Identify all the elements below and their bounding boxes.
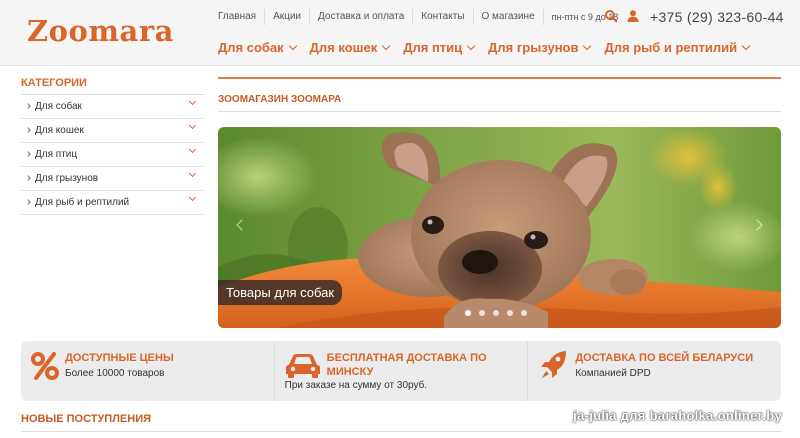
feature-prices: ДОСТУПНЫЕ ЦЕНЫ Более 10000 товаров <box>21 341 275 401</box>
slider-dot[interactable] <box>465 310 471 316</box>
nav-fish-reptiles-label: Для рыб и рептилий <box>604 40 738 55</box>
sidebar-item-label: Для грызунов <box>35 173 99 184</box>
divider <box>21 431 781 432</box>
sidebar-item-dogs[interactable]: Для собак <box>21 95 205 119</box>
feature-subtitle: Компанией DPD <box>575 368 651 379</box>
chevron-down-icon <box>466 41 476 50</box>
nav-fish-reptiles[interactable]: Для рыб и рептилий <box>604 40 751 55</box>
nav-cats-label: Для кошек <box>309 40 378 55</box>
chevron-down-icon[interactable] <box>188 145 197 154</box>
chevron-down-icon[interactable] <box>188 97 197 106</box>
nav-rodents-label: Для грызунов <box>488 40 579 55</box>
logo[interactable]: Zoomara <box>27 14 174 48</box>
car-icon <box>285 354 320 378</box>
divider <box>218 77 781 79</box>
sidebar-item-fish-reptiles[interactable]: Для рыб и рептилий <box>21 191 205 215</box>
feature-subtitle: Более 10000 товаров <box>65 368 165 379</box>
slider-dot[interactable] <box>479 310 485 316</box>
chevron-down-icon <box>741 41 751 50</box>
nav-birds-label: Для птиц <box>403 40 463 55</box>
sidebar-item-cats[interactable]: Для кошек <box>21 119 205 143</box>
chevron-right-icon <box>25 175 31 181</box>
main-nav: Для собак Для кошек Для птиц Для грызуно… <box>218 40 763 55</box>
sidebar-item-rodents[interactable]: Для грызунов <box>21 167 205 191</box>
chevron-right-icon <box>25 127 31 133</box>
top-link-promo[interactable]: Акции <box>264 9 309 25</box>
nav-dogs[interactable]: Для собак <box>218 40 297 55</box>
category-sidebar: КАТЕГОРИИ Для собак Для кошек Для птиц Д… <box>21 77 205 215</box>
top-link-home[interactable]: Главная <box>210 9 264 25</box>
slider-dot[interactable] <box>521 310 527 316</box>
nav-birds[interactable]: Для птиц <box>403 40 476 55</box>
nav-cats[interactable]: Для кошек <box>309 40 391 55</box>
top-links: Главная Акции Доставка и оплата Контакты… <box>210 9 626 25</box>
new-arrivals-title: НОВЫЕ ПОСТУПЛЕНИЯ <box>21 413 152 425</box>
sidebar-item-label: Для собак <box>35 101 82 112</box>
chevron-down-icon[interactable] <box>188 193 197 202</box>
slider-dots <box>465 310 527 316</box>
hero-slider[interactable]: Товары для собак <box>218 127 781 328</box>
feature-title: ДОСТАВКА ПО ВСЕЙ БЕЛАРУСИ <box>575 352 754 364</box>
feature-title: БЕСПЛАТНАЯ ДОСТАВКА ПО МИНСКУ <box>327 351 487 379</box>
feature-subtitle: При заказе на сумму от 30руб. <box>284 380 428 391</box>
top-link-about[interactable]: О магазине <box>472 9 543 25</box>
feature-title-line: БЕСПЛАТНАЯ ДОСТАВКА ПО <box>326 352 487 364</box>
chevron-down-icon <box>583 41 592 50</box>
sidebar-item-label: Для птиц <box>35 149 78 160</box>
features-bar: ДОСТУПНЫЕ ЦЕНЫ Более 10000 товаров БЕСПЛ… <box>21 341 781 401</box>
top-link-delivery[interactable]: Доставка и оплата <box>309 9 412 25</box>
chevron-right-icon <box>25 151 31 157</box>
main-content: ЗООМАГАЗИН ЗООМАРА <box>218 77 781 112</box>
page-title: ЗООМАГАЗИН ЗООМАРА <box>218 94 781 112</box>
sidebar-item-label: Для рыб и рептилий <box>35 197 130 208</box>
chevron-right-icon <box>25 199 31 205</box>
nav-rodents[interactable]: Для грызунов <box>488 40 592 55</box>
phone-number[interactable]: +375 (29) 323-60-44 <box>650 9 784 25</box>
user-icon[interactable] <box>626 9 640 23</box>
top-link-contacts[interactable]: Контакты <box>412 9 472 25</box>
rocket-icon <box>541 351 567 378</box>
feature-belarus-delivery: ДОСТАВКА ПО ВСЕЙ БЕЛАРУСИ Компанией DPD <box>528 341 781 401</box>
slider-dot[interactable] <box>507 310 513 316</box>
feature-title-line: МИНСКУ <box>326 366 374 378</box>
chevron-down-icon[interactable] <box>188 169 197 178</box>
sidebar-title: КАТЕГОРИИ <box>21 77 205 95</box>
chevron-down-icon <box>381 41 391 50</box>
watermark: ja-julia для baraholka.onliner.by <box>573 408 782 423</box>
sidebar-item-birds[interactable]: Для птиц <box>21 143 205 167</box>
chevron-right-icon <box>25 103 31 109</box>
feature-free-delivery: БЕСПЛАТНАЯ ДОСТАВКА ПО МИНСКУ При заказе… <box>275 341 529 401</box>
site-header: Zoomara Главная Акции Доставка и оплата … <box>0 0 800 66</box>
slide-caption[interactable]: Товары для собак <box>218 280 343 305</box>
sidebar-item-label: Для кошек <box>35 125 84 136</box>
slider-dot[interactable] <box>493 310 499 316</box>
percent-icon <box>31 352 59 380</box>
nav-dogs-label: Для собак <box>218 40 284 55</box>
feature-title: ДОСТУПНЫЕ ЦЕНЫ <box>65 352 174 364</box>
chevron-down-icon[interactable] <box>188 121 197 130</box>
search-icon[interactable] <box>604 9 618 23</box>
chevron-down-icon <box>288 41 297 50</box>
